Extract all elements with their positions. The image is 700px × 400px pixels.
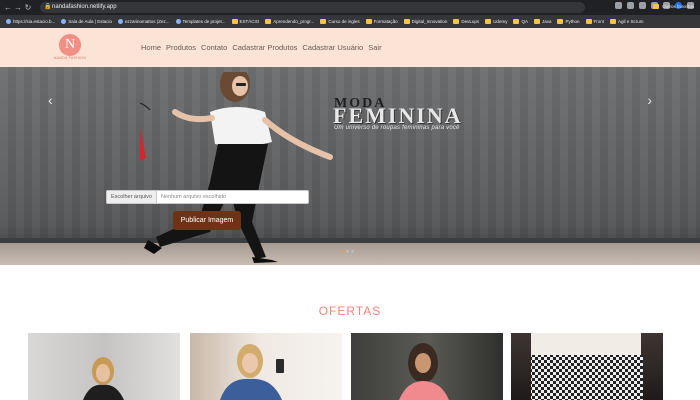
carousel-dot[interactable]: [341, 250, 344, 253]
address-bar[interactable]: 🔒 nandafashion.netlify.app: [40, 2, 585, 13]
bookmark-label: Udemy: [493, 19, 508, 24]
bookmark-item[interactable]: Udemy: [485, 19, 507, 24]
bookmark-label: Templates de projet...: [182, 19, 226, 24]
folder-icon: [653, 4, 660, 9]
other-bookmarks[interactable]: Outros favoritos: [653, 4, 694, 9]
bookmarks-bar: https://sia.estacio.b... Sala de Aula | E…: [0, 15, 700, 28]
bookmark-label: Front: [593, 19, 605, 24]
model-arm: [172, 109, 215, 123]
offer-image: [83, 357, 124, 400]
carousel-dot[interactable]: [346, 250, 349, 253]
choose-file-button[interactable]: Escolher arquivo: [107, 191, 157, 203]
bookmark-item[interactable]: Java: [533, 19, 552, 24]
bookmark-label: https://sia.estacio.b...: [13, 19, 56, 24]
bookmark-item[interactable]: Agil e Scrum: [610, 19, 644, 24]
bookmark-item[interactable]: Templates de projet...: [175, 19, 226, 24]
offer-image: [531, 333, 643, 400]
offers-title: OFERTAS: [318, 304, 382, 318]
menu-produtos[interactable]: Produtos: [166, 43, 196, 52]
carousel-prev-icon[interactable]: ‹: [48, 92, 53, 108]
bookmark-item[interactable]: Formatação: [365, 19, 398, 24]
publish-image-button[interactable]: Publicar Imagem: [173, 211, 241, 230]
extension-icon[interactable]: [615, 2, 622, 9]
model-blouse: [210, 107, 272, 147]
extension-icon[interactable]: [627, 2, 634, 9]
bookmark-label: Digital_Innovation: [411, 19, 448, 24]
folder-icon: [485, 19, 492, 24]
hero-model-image: [140, 72, 333, 263]
bookmark-item[interactable]: Sala de Aula | Estacio: [61, 19, 112, 24]
menu-contato[interactable]: Contato: [201, 43, 227, 52]
forward-icon[interactable]: →: [13, 3, 23, 12]
url-text: nandafashion.netlify.app: [52, 4, 117, 10]
lock-icon: 🔒: [44, 4, 52, 10]
main-menu: Home Produtos Contato Cadastrar Produtos…: [141, 43, 382, 52]
folder-icon: [320, 19, 327, 24]
favicon-icon: [61, 19, 67, 24]
github-icon: [117, 19, 123, 24]
favicon-icon: [175, 19, 181, 24]
other-bookmarks-label: Outros favoritos: [662, 4, 694, 9]
model-shoe: [252, 257, 278, 263]
model-glasses: [236, 83, 246, 86]
site-logo[interactable]: N: [59, 34, 81, 56]
bookmark-item[interactable]: QA: [513, 19, 528, 24]
folder-icon: [403, 19, 410, 24]
bookmark-item[interactable]: ESTÁCIO: [231, 19, 260, 24]
bookmark-label: Python: [565, 19, 580, 24]
folder-icon: [453, 19, 460, 24]
bookmark-label: ezzarinomattos (Zez...: [124, 19, 170, 24]
site-logo-subtitle: NANDA FASHION: [53, 56, 87, 60]
bookmark-item[interactable]: Curso de ingles: [320, 19, 360, 24]
bookmark-item[interactable]: Front: [585, 19, 605, 24]
hero-subtitle: Um universo de roupas femininas para voc…: [334, 125, 460, 131]
folder-icon: [533, 19, 540, 24]
carousel-indicators: [341, 250, 354, 253]
bookmark-label: QA: [521, 19, 528, 24]
bookmark-item[interactable]: https://sia.estacio.b...: [6, 19, 55, 24]
bookmark-label: Sala de Aula | Estacio: [68, 19, 112, 24]
folder-icon: [231, 19, 238, 24]
offer-card[interactable]: [28, 333, 180, 400]
menu-cadastrar-produtos[interactable]: Cadastrar Produtos: [232, 43, 297, 52]
menu-cadastrar-usuario[interactable]: Cadastrar Usuário: [302, 43, 363, 52]
bookmark-item[interactable]: DevLups: [453, 19, 479, 24]
offer-card[interactable]: [190, 333, 342, 400]
offer-card[interactable]: [351, 333, 503, 400]
folder-icon: [585, 19, 592, 24]
reload-icon[interactable]: ↻: [23, 3, 33, 12]
offer-card[interactable]: [511, 333, 663, 400]
extension-icon[interactable]: [639, 2, 646, 9]
model-arm: [262, 117, 333, 160]
carousel-dot[interactable]: [351, 250, 354, 253]
shopping-bag: [140, 128, 146, 161]
bookmark-label: Agil e Scrum: [618, 19, 644, 24]
carousel-next-icon[interactable]: ›: [647, 92, 652, 108]
bookmark-label: Java: [541, 19, 552, 24]
bookmark-label: ESTÁCIO: [239, 19, 260, 24]
folder-icon: [610, 19, 617, 24]
menu-home[interactable]: Home: [141, 43, 161, 52]
menu-sair[interactable]: Sair: [368, 43, 381, 52]
folder-icon: [365, 19, 372, 24]
folder-icon: [265, 19, 272, 24]
bookmark-item[interactable]: Python: [557, 19, 580, 24]
bookmark-label: Formatação: [373, 19, 398, 24]
file-name-text: Nenhum arquivo escolhido: [160, 194, 227, 200]
folder-icon: [557, 19, 564, 24]
bookmark-item[interactable]: ezzarinomattos (Zez...: [117, 19, 170, 24]
favicon-icon: [6, 19, 11, 24]
bookmark-label: Aprendendo_progr...: [273, 19, 315, 24]
bookmark-item[interactable]: Aprendendo_progr...: [265, 19, 314, 24]
back-icon[interactable]: ←: [3, 3, 13, 12]
file-input[interactable]: Escolher arquivo Nenhum arquivo escolhid…: [106, 190, 309, 204]
hero-floor: [0, 243, 700, 265]
offer-image: [220, 344, 284, 400]
bookmark-item[interactable]: Digital_Innovation: [403, 19, 448, 24]
bookmark-label: DevLups: [461, 19, 480, 24]
folder-icon: [513, 19, 520, 24]
offer-image: [399, 343, 449, 400]
bookmark-label: Curso de ingles: [328, 19, 360, 24]
bag-handle: [140, 102, 151, 111]
